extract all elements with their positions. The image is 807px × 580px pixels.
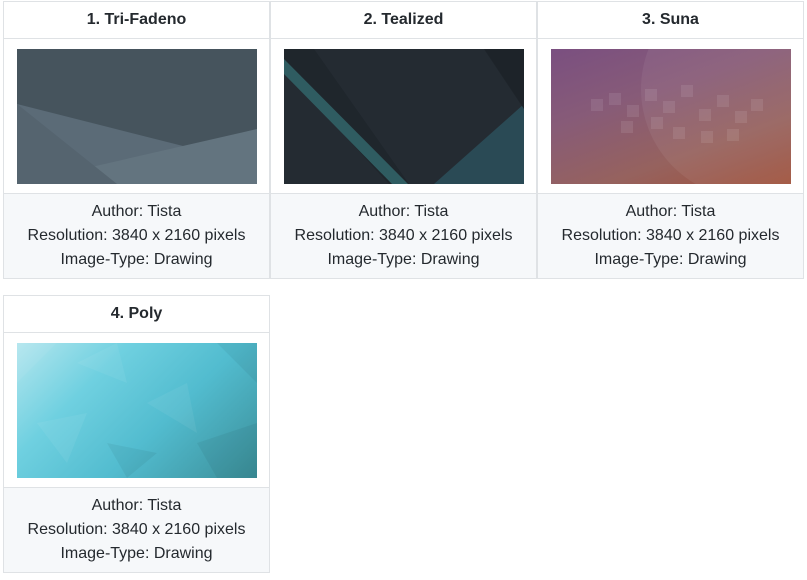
- wallpaper-card-tealized: 2. Tealized Author: Tista Resolution: 38…: [270, 1, 537, 279]
- wallpaper-meta: Author: Tista Resolution: 3840 x 2160 pi…: [538, 194, 803, 278]
- wallpaper-meta: Author: Tista Resolution: 3840 x 2160 pi…: [4, 488, 269, 572]
- wallpaper-card-tri-fadeno: 1. Tri-Fadeno Author: Tista Resolution: …: [3, 1, 270, 279]
- wallpaper-thumbnail-tealized[interactable]: [283, 48, 524, 184]
- wallpaper-thumbnail-suna[interactable]: [550, 48, 791, 184]
- resolution-text: Resolution: 3840 x 2160 pixels: [294, 227, 513, 244]
- wallpaper-meta: Author: Tista Resolution: 3840 x 2160 pi…: [4, 194, 269, 278]
- author-text: Author: Tista: [91, 203, 182, 220]
- resolution-text: Resolution: 3840 x 2160 pixels: [27, 227, 246, 244]
- wallpaper-title: 3. Suna: [538, 2, 803, 39]
- image-type-text: Image-Type: Drawing: [60, 251, 213, 268]
- author-text: Author: Tista: [358, 203, 449, 220]
- wallpaper-title: 1. Tri-Fadeno: [4, 2, 269, 39]
- image-type-text: Image-Type: Drawing: [594, 251, 747, 268]
- image-type-text: Image-Type: Drawing: [60, 545, 213, 562]
- wallpaper-title: 2. Tealized: [271, 2, 536, 39]
- resolution-text: Resolution: 3840 x 2160 pixels: [561, 227, 780, 244]
- wallpaper-card-suna: 3. Suna Author: Tista Resolution: 3840 x…: [537, 1, 804, 279]
- image-type-text: Image-Type: Drawing: [327, 251, 480, 268]
- wallpaper-thumbnail-poly[interactable]: [16, 342, 257, 478]
- wallpaper-title: 4. Poly: [4, 296, 269, 333]
- author-text: Author: Tista: [625, 203, 716, 220]
- author-text: Author: Tista: [91, 497, 182, 514]
- wallpaper-card-poly: 4. Poly Author: Tista Resolution: 3840 x…: [3, 295, 270, 573]
- wallpaper-thumbnail-tri-fadeno[interactable]: [16, 48, 257, 184]
- resolution-text: Resolution: 3840 x 2160 pixels: [27, 521, 246, 538]
- wallpaper-meta: Author: Tista Resolution: 3840 x 2160 pi…: [271, 194, 536, 278]
